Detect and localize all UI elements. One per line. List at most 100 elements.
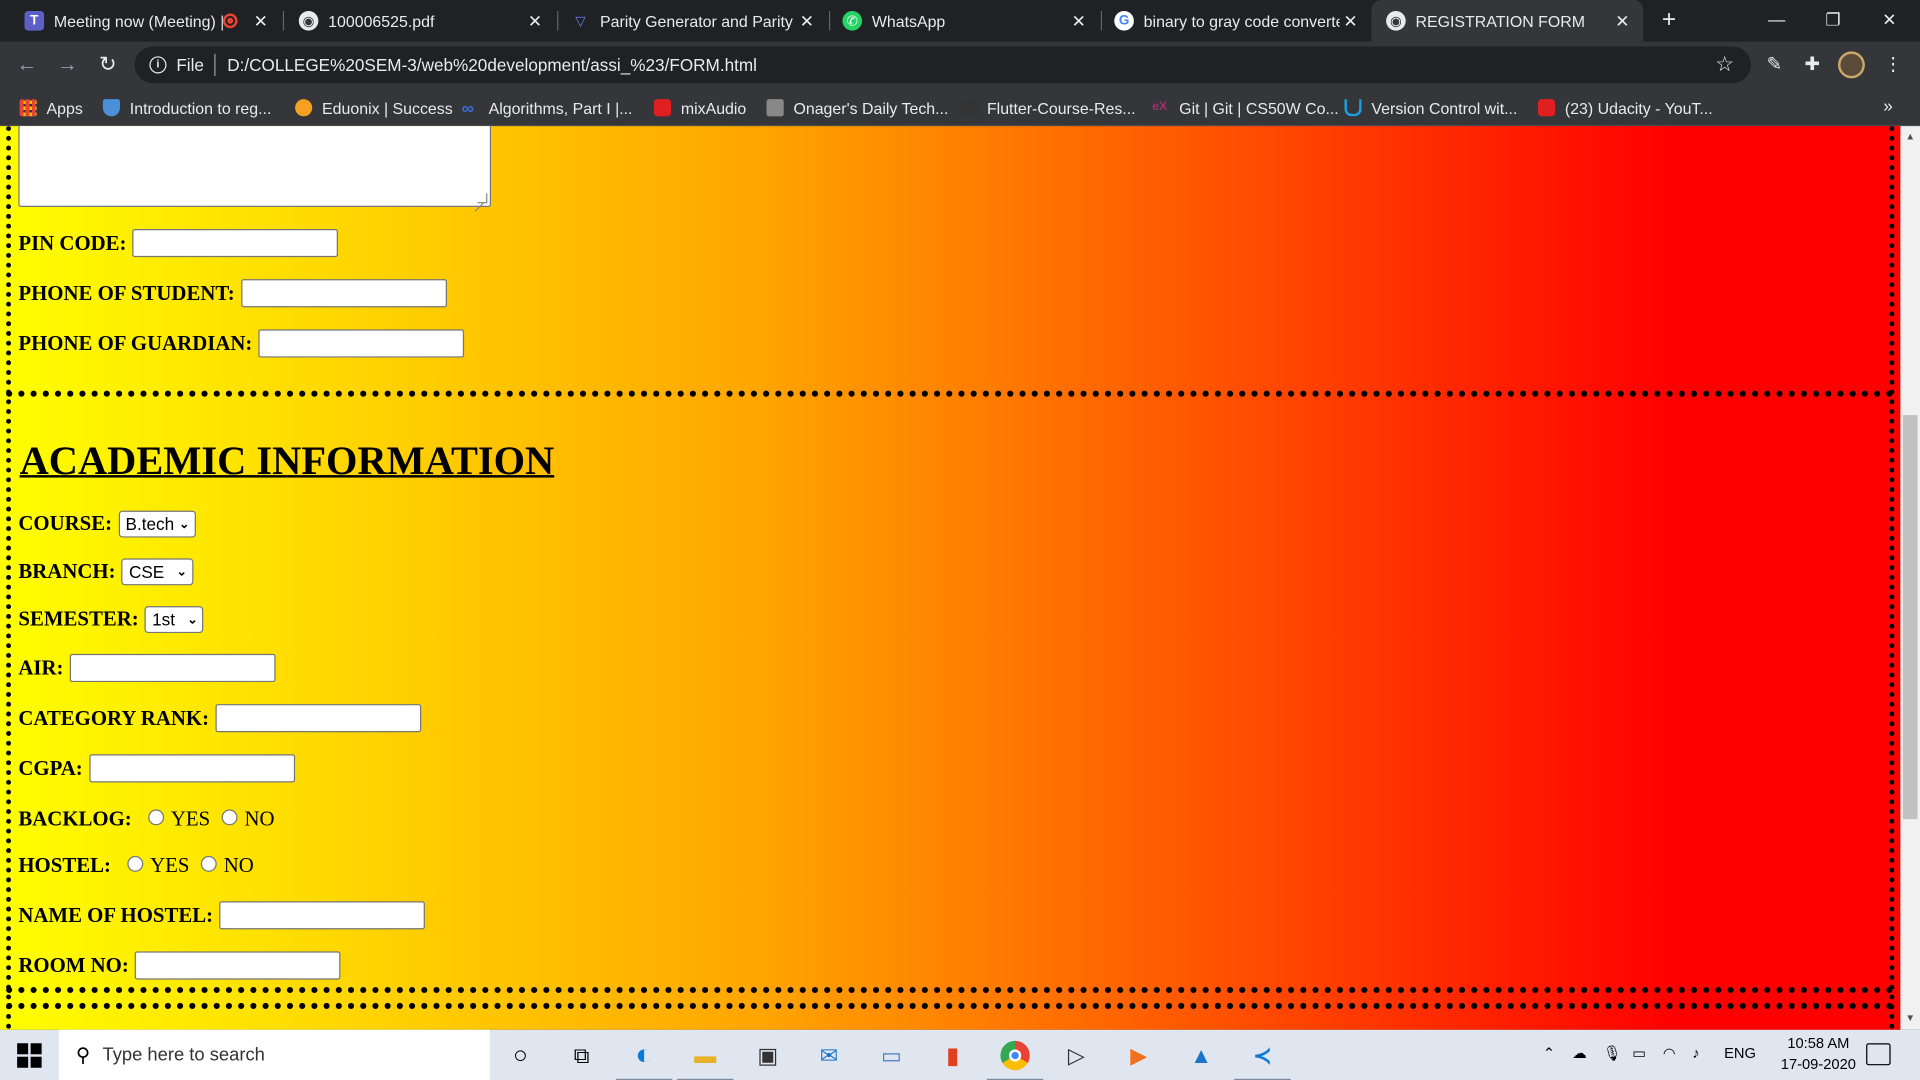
semester-select[interactable]: 1st ⌄ bbox=[144, 606, 204, 634]
course-select[interactable]: B.tech ⌄ bbox=[118, 510, 196, 538]
close-tab-icon[interactable]: ✕ bbox=[1340, 10, 1362, 31]
bookmark-apps[interactable]: Apps bbox=[19, 96, 83, 120]
menu-kebab-icon[interactable]: ⋮ bbox=[1880, 51, 1907, 78]
wifi-icon[interactable]: ◠ bbox=[1663, 1044, 1676, 1061]
branch-select[interactable]: CSE ⌄ bbox=[121, 558, 193, 586]
file-explorer-icon[interactable]: ▬ bbox=[677, 1037, 734, 1080]
bookmark-git-cs50w[interactable]: eX Git | Git | CS50W Co... bbox=[1152, 96, 1338, 120]
tab-parity[interactable]: ▽ Parity Generator and Parity C ✕ bbox=[556, 0, 828, 42]
bookmark-mixaudio[interactable]: mixAudio bbox=[653, 96, 747, 120]
new-tab-icon[interactable]: + bbox=[1656, 6, 1683, 33]
pc-icon[interactable]: ▭ bbox=[873, 1037, 910, 1074]
minimize-icon[interactable]: — bbox=[1749, 0, 1805, 42]
backlog-row: BACKLOG: YES NO bbox=[18, 807, 282, 831]
notification-center-icon[interactable] bbox=[1866, 1043, 1891, 1066]
hostel-no-radio[interactable] bbox=[200, 855, 217, 872]
info-icon[interactable]: i bbox=[149, 56, 167, 74]
tray-chevron-up-icon[interactable]: ⌃ bbox=[1543, 1044, 1555, 1061]
edx-icon: eX bbox=[1152, 100, 1168, 114]
air-input[interactable] bbox=[69, 653, 276, 683]
language-indicator[interactable]: ENG bbox=[1724, 1044, 1756, 1061]
task-view-icon[interactable]: ⧉ bbox=[563, 1037, 600, 1074]
hostel-name-input[interactable] bbox=[219, 901, 425, 930]
windows-start-icon[interactable] bbox=[17, 1043, 42, 1068]
vscode-icon[interactable]: ≺ bbox=[1234, 1037, 1291, 1080]
tab-registration-form[interactable]: ◉ REGISTRATION FORM ✕ bbox=[1371, 0, 1644, 42]
bookmark-label: Algorithms, Part I |... bbox=[488, 98, 633, 117]
cortana-icon[interactable]: ○ bbox=[502, 1037, 539, 1074]
tab-meeting[interactable]: T Meeting now (Meeting) | ✕ bbox=[10, 0, 282, 42]
bookmark-label: (23) Udacity - YouT... bbox=[1564, 98, 1713, 117]
vlc-player-icon[interactable]: ▷ bbox=[1058, 1037, 1095, 1074]
extension-pen-icon[interactable]: ✎ bbox=[1761, 51, 1788, 78]
resize-grip-icon[interactable] bbox=[477, 193, 488, 204]
bookmark-eduonix[interactable]: Eduonix | Success bbox=[295, 96, 453, 120]
hostel-yes-label: YES bbox=[150, 853, 190, 877]
branch-label: BRANCH: bbox=[18, 559, 116, 583]
shield-icon bbox=[102, 99, 121, 117]
bookmark-version-control[interactable]: Version Control wit... bbox=[1344, 96, 1517, 120]
tab-binary-gray[interactable]: G binary to gray code converte ✕ bbox=[1100, 0, 1372, 42]
google-icon: G bbox=[1114, 11, 1134, 31]
battery-icon[interactable]: ▭ bbox=[1632, 1044, 1646, 1061]
extensions-puzzle-icon[interactable]: ✚ bbox=[1799, 51, 1826, 78]
close-tab-icon[interactable]: ✕ bbox=[796, 10, 818, 31]
taskbar-clock[interactable]: 10:58 AM 17-09-2020 bbox=[1763, 1033, 1873, 1075]
phone-guardian-label: PHONE OF GUARDIAN: bbox=[18, 331, 253, 355]
store-icon[interactable]: ▣ bbox=[749, 1037, 786, 1074]
scroll-thumb[interactable] bbox=[1902, 415, 1918, 820]
profile-avatar[interactable] bbox=[1837, 51, 1865, 79]
close-tab-icon[interactable]: ✕ bbox=[250, 10, 272, 31]
pin-code-input[interactable] bbox=[132, 228, 339, 258]
bookmark-flutter[interactable]: Flutter-Course-Res... bbox=[960, 96, 1136, 120]
phone-guardian-input[interactable] bbox=[258, 329, 465, 358]
tab-pdf[interactable]: ◉ 100006525.pdf ✕ bbox=[284, 0, 556, 42]
bookmark-label: Git | Git | CS50W Co... bbox=[1179, 98, 1339, 117]
bookmark-udacity-youtube[interactable]: (23) Udacity - YouT... bbox=[1537, 96, 1713, 120]
bookmark-algorithms[interactable]: ∞ Algorithms, Part I |... bbox=[462, 96, 633, 120]
forward-icon[interactable]: → bbox=[54, 51, 81, 78]
url-text[interactable]: D:/COLLEGE%20SEM-3/web%20development/ass… bbox=[227, 55, 1715, 75]
hostel-yes-radio[interactable] bbox=[126, 855, 143, 872]
chrome-icon[interactable] bbox=[986, 1037, 1044, 1080]
youtube-icon bbox=[653, 99, 672, 117]
photos-icon[interactable]: ▲ bbox=[1183, 1037, 1220, 1074]
back-icon[interactable]: ← bbox=[13, 51, 40, 78]
tab-whatsapp[interactable]: ✆ WhatsApp ✕ bbox=[828, 0, 1100, 42]
volume-icon[interactable]: ♪ bbox=[1692, 1044, 1699, 1061]
close-tab-icon[interactable]: ✕ bbox=[1611, 10, 1633, 31]
office-icon[interactable]: ▮ bbox=[934, 1037, 971, 1074]
bookmark-label: Introduction to reg... bbox=[129, 98, 272, 117]
phone-student-input[interactable] bbox=[240, 279, 447, 308]
microphone-icon[interactable]: 🎙 bbox=[1603, 1044, 1622, 1061]
cgpa-input[interactable] bbox=[88, 754, 295, 783]
restore-icon[interactable]: ❐ bbox=[1805, 0, 1861, 42]
scroll-down-icon[interactable]: ▼ bbox=[1900, 1010, 1920, 1027]
mail-icon[interactable]: ✉ bbox=[811, 1037, 848, 1074]
bookmark-label: Apps bbox=[46, 98, 83, 117]
search-icon: ⚲ bbox=[75, 1045, 91, 1066]
media-player-icon[interactable]: ▶ bbox=[1120, 1037, 1157, 1074]
bookmark-intro-reg[interactable]: Introduction to reg... bbox=[102, 96, 272, 120]
bookmark-onager[interactable]: Onager's Daily Tech... bbox=[766, 96, 948, 120]
page-scrollbar[interactable]: ▲ ▼ bbox=[1900, 126, 1920, 1030]
close-tab-icon[interactable]: ✕ bbox=[1068, 10, 1090, 31]
reload-icon[interactable]: ↻ bbox=[94, 51, 121, 78]
close-tab-icon[interactable]: ✕ bbox=[524, 10, 546, 31]
address-textarea[interactable] bbox=[18, 126, 492, 207]
backlog-no-radio[interactable] bbox=[221, 808, 238, 825]
onedrive-icon[interactable]: ☁ bbox=[1572, 1044, 1587, 1061]
bookmark-label: mixAudio bbox=[680, 98, 747, 117]
bookmark-label: Eduonix | Success bbox=[322, 98, 453, 117]
edge-icon[interactable]: ◐ bbox=[615, 1037, 673, 1080]
backlog-yes-radio[interactable] bbox=[147, 808, 164, 825]
address-bar[interactable]: i File D:/COLLEGE%20SEM-3/web%20developm… bbox=[134, 46, 1752, 84]
category-rank-input[interactable] bbox=[215, 704, 421, 733]
more-bookmarks-icon[interactable]: » bbox=[1883, 96, 1893, 116]
bookmark-star-icon[interactable]: ☆ bbox=[1715, 53, 1734, 77]
backlog-label: BACKLOG: bbox=[18, 806, 132, 831]
taskbar-search-box[interactable]: ⚲ Type here to search bbox=[58, 1029, 490, 1080]
room-no-input[interactable] bbox=[134, 951, 341, 980]
close-window-icon[interactable]: ✕ bbox=[1861, 0, 1917, 42]
scroll-up-icon[interactable]: ▲ bbox=[1900, 129, 1920, 146]
